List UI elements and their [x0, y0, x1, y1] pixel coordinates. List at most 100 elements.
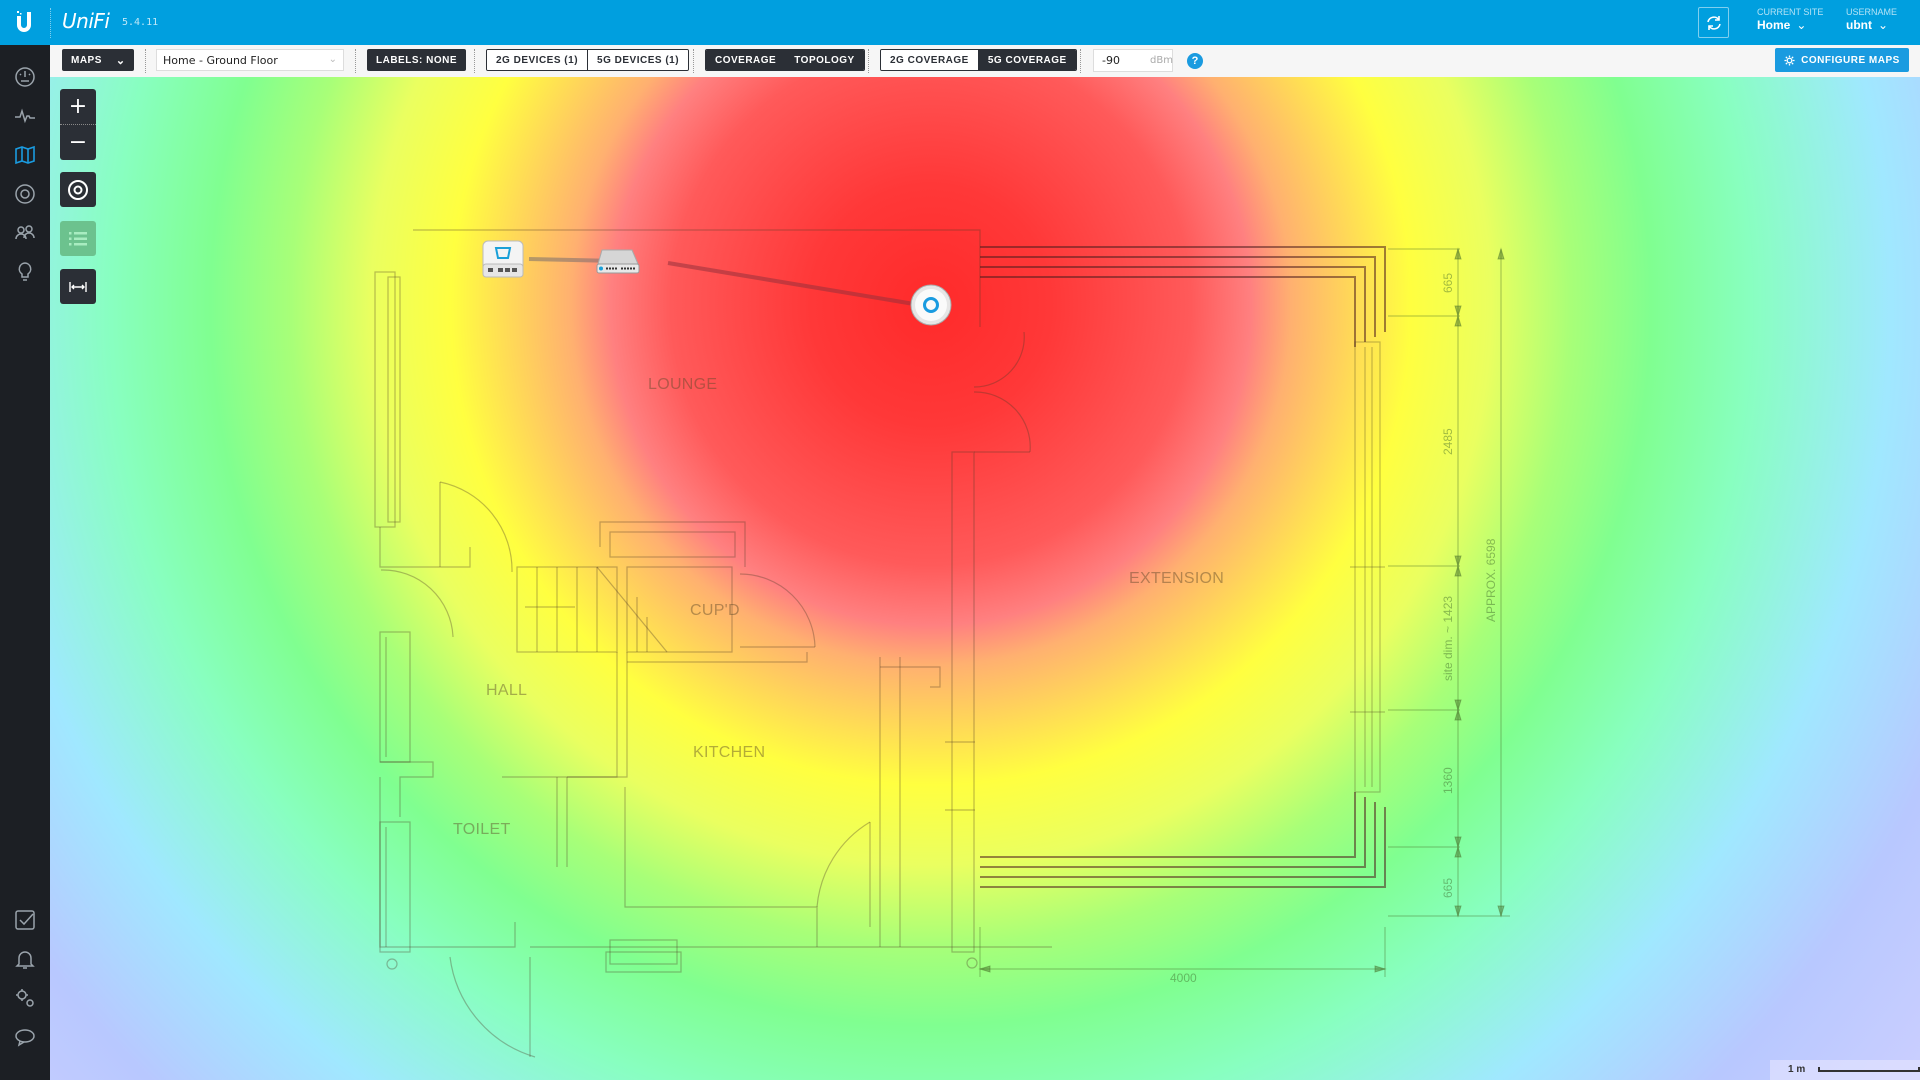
sidebar-item-clients[interactable] [13, 221, 37, 245]
app-version: 5.4.11 [122, 17, 159, 28]
room-label-extension: EXTENSION [1129, 570, 1224, 587]
floor-plan-walls [374, 229, 1052, 1058]
sidebar-item-dashboard[interactable] [13, 65, 37, 89]
toolbar-divider [474, 49, 475, 73]
current-site-label: CURRENT SITE [1757, 7, 1824, 17]
measure-icon [69, 281, 87, 292]
devices-2g-button[interactable]: 2G DEVICES (1) [487, 50, 588, 70]
bell-icon [15, 951, 35, 969]
room-label-hall: HALL [486, 682, 527, 699]
switch-icon [596, 249, 640, 274]
coverage-2g-button[interactable]: 2G COVERAGE [881, 50, 978, 70]
sidebar-item-insights[interactable] [13, 260, 37, 284]
access-point-icon [910, 284, 952, 326]
device-target-icon [15, 184, 35, 204]
gears-icon [16, 989, 34, 1007]
sidebar-item-map[interactable] [13, 143, 37, 167]
dimension-label: 665 [1441, 878, 1455, 898]
pulse-icon [15, 108, 35, 124]
logo-divider [50, 8, 51, 38]
username-selector[interactable]: USERNAME ubnt ⌄ [1846, 7, 1897, 32]
dimension-label: site dim. ~ 1423 [1441, 596, 1455, 681]
target-icon [68, 179, 88, 200]
maps-dropdown[interactable]: MAPS ⌄ [62, 49, 134, 71]
floor-plan: LOUNGE EXTENSION CUP'D HALL KITCHEN TOIL… [374, 229, 1510, 1058]
access-point-device[interactable] [910, 284, 952, 330]
dimension-label: 2485 [1441, 428, 1455, 455]
chevron-down-icon: ⌄ [115, 54, 126, 67]
refresh-button[interactable] [1698, 7, 1729, 38]
extension-walls [980, 246, 1386, 888]
measure-distance-button[interactable] [60, 269, 96, 304]
toolbar-divider [693, 49, 694, 73]
topology-button[interactable]: TOPOLOGY [785, 50, 864, 70]
extension-windows [1350, 341, 1385, 793]
dimension-label: 1360 [1441, 767, 1455, 794]
coverage-5g-button[interactable]: 5G COVERAGE [977, 50, 1076, 70]
zoom-out-button[interactable]: − [60, 125, 96, 160]
dimension-label: 4000 [1170, 971, 1197, 985]
maps-label: MAPS [71, 54, 102, 66]
dashboard-gauge-icon [15, 67, 35, 87]
room-label-cupd: CUP'D [690, 602, 740, 619]
ubiquiti-logo-icon [17, 11, 31, 32]
username-label: USERNAME [1846, 7, 1898, 17]
switch-device[interactable] [596, 248, 640, 278]
toolbar-divider [145, 49, 146, 73]
room-label-toilet: TOILET [453, 821, 511, 838]
dbm-threshold-field: dBm [1093, 49, 1173, 72]
dimension-label: APPROX. 6598 [1484, 538, 1498, 622]
checkbox-icon [15, 910, 35, 930]
lightbulb-icon [18, 262, 32, 281]
room-label-lounge: LOUNGE [648, 376, 717, 393]
dbm-unit: dBm [1150, 55, 1173, 66]
center-map-button[interactable] [60, 172, 96, 207]
sidebar-item-alerts[interactable] [13, 947, 37, 971]
devices-5g-button[interactable]: 5G DEVICES (1) [587, 50, 689, 70]
minus-icon: − [68, 130, 88, 155]
sidebar-item-events[interactable] [13, 908, 37, 932]
labels-button[interactable]: LABELS: NONE [367, 49, 466, 71]
configure-maps-label: CONFIGURE MAPS [1801, 54, 1900, 66]
sidebar-item-devices[interactable] [13, 182, 37, 206]
zoom-in-button[interactable]: + [60, 89, 96, 125]
refresh-icon [1706, 15, 1721, 30]
room-label-kitchen: KITCHEN [693, 744, 765, 761]
sidebar-item-support[interactable] [13, 1025, 37, 1049]
top-bar: UniFi 5.4.11 CURRENT SITE Home ⌄ USERNAME… [0, 0, 1920, 45]
sidebar-item-statistics[interactable] [13, 104, 37, 128]
list-view-button[interactable] [60, 221, 96, 256]
chat-bubble-icon [15, 1029, 35, 1047]
map-icon [15, 145, 35, 165]
configure-maps-button[interactable]: CONFIGURE MAPS [1775, 48, 1909, 72]
plus-icon: + [68, 94, 88, 119]
zoom-controls: + − [60, 89, 96, 160]
gateway-icon [482, 240, 524, 278]
brand-name: UniFi [62, 9, 110, 33]
dimension-label: 665 [1441, 273, 1455, 293]
toolbar-divider [868, 49, 869, 73]
coverage-heatmap[interactable]: LOUNGE EXTENSION CUP'D HALL KITCHEN TOIL… [50, 77, 1920, 1080]
view-mode-toggle: COVERAGE TOPOLOGY [705, 49, 865, 71]
map-scale: 1 m [1770, 1060, 1920, 1080]
scale-label: 1 m [1788, 1064, 1806, 1075]
uplink-line [667, 261, 921, 307]
map-select[interactable]: Home - Ground Floor ⌄ [156, 49, 344, 71]
dbm-input[interactable] [1100, 53, 1144, 68]
toolbar-divider [355, 49, 356, 73]
chevron-down-icon: ⌄ [1796, 18, 1807, 32]
toolbar-divider [1080, 49, 1081, 73]
device-band-toggle: 2G DEVICES (1) 5G DEVICES (1) [486, 49, 690, 71]
current-site-selector[interactable]: CURRENT SITE Home ⌄ [1757, 7, 1823, 32]
scale-bar [1818, 1067, 1920, 1072]
list-icon [69, 231, 87, 245]
sidebar-item-settings[interactable] [13, 986, 37, 1010]
coverage-band-toggle: 2G COVERAGE 5G COVERAGE [880, 49, 1077, 71]
gateway-device[interactable] [482, 240, 524, 284]
current-site-value: Home [1757, 18, 1791, 32]
help-icon[interactable]: ? [1187, 53, 1203, 69]
chevron-down-icon: ⌄ [1878, 18, 1889, 32]
users-icon [15, 225, 35, 240]
username-value: ubnt [1846, 18, 1872, 32]
coverage-button[interactable]: COVERAGE [706, 50, 786, 70]
